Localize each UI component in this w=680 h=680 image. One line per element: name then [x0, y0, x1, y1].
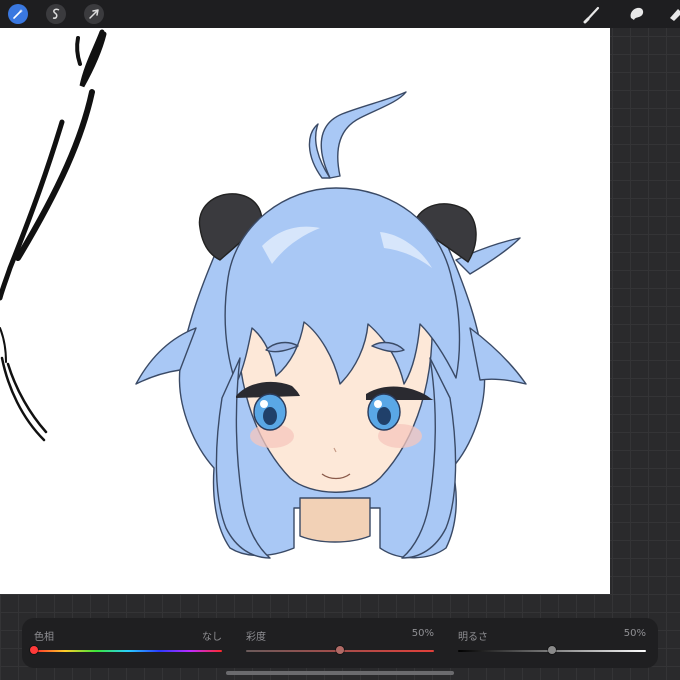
artwork	[0, 29, 527, 559]
sketch-strokes	[0, 29, 107, 442]
saturation-knob[interactable]	[336, 646, 344, 654]
home-indicator[interactable]	[226, 671, 454, 675]
brightness-knob[interactable]	[548, 646, 556, 654]
brightness-label: 明るさ	[458, 632, 488, 643]
drawing-canvas[interactable]	[0, 28, 610, 594]
hue-knob[interactable]	[30, 646, 38, 654]
character-head	[135, 91, 527, 559]
selection-s-icon	[52, 8, 60, 19]
move-arrow-icon	[89, 9, 99, 19]
eraser-icon[interactable]	[668, 4, 680, 24]
magic-wand-icon	[13, 9, 23, 19]
hue-label: 色相	[34, 632, 54, 643]
top-toolbar	[0, 0, 680, 28]
saturation-slider[interactable]: 彩度 50%	[246, 624, 434, 664]
saturation-label: 彩度	[246, 632, 266, 643]
brush-icon[interactable]	[582, 4, 604, 24]
transform-button[interactable]	[84, 4, 104, 24]
selection-button[interactable]	[46, 4, 66, 24]
hue-slider[interactable]: 色相 なし	[30, 624, 222, 664]
hue-track[interactable]	[34, 650, 222, 652]
hue-value: なし	[202, 632, 222, 643]
magic-wand-button[interactable]	[8, 4, 28, 24]
smudge-icon[interactable]	[626, 4, 648, 24]
brightness-slider[interactable]: 明るさ 50%	[458, 624, 646, 664]
saturation-value: 50%	[411, 628, 434, 639]
color-adjustment-panel: 色相 なし 彩度 50% 明るさ 50%	[22, 618, 658, 668]
brightness-value: 50%	[623, 628, 646, 639]
